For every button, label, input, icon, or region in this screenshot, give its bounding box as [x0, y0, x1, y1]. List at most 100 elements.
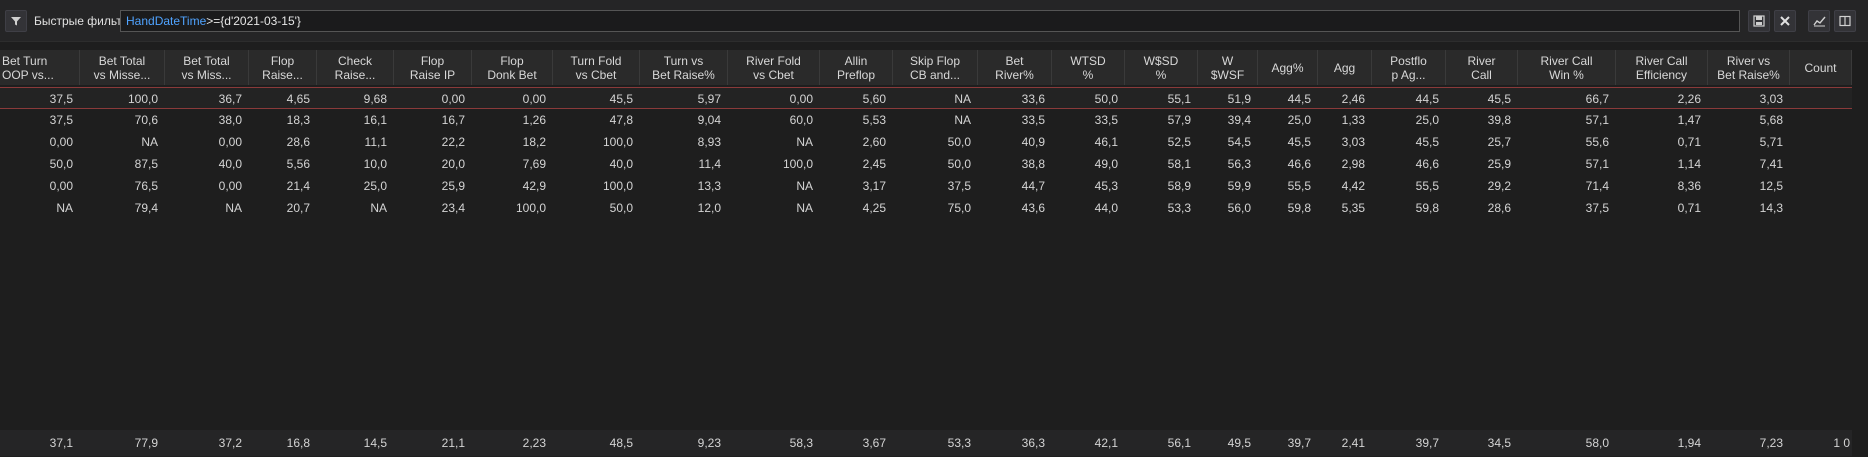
clear-filter-icon[interactable]	[1774, 10, 1796, 32]
table-cell: 56,0	[1227, 201, 1251, 215]
column-header[interactable]: Bet Total vs Miss...	[165, 50, 249, 85]
table-cell: NA	[796, 201, 813, 215]
table-cell: 0,00	[522, 92, 546, 106]
table-cell: 59,9	[1227, 179, 1251, 193]
table-cell: 60,0	[789, 113, 813, 127]
table-cell: 49,0	[1094, 157, 1118, 171]
table-cell	[1790, 197, 1852, 219]
column-header[interactable]: Agg%	[1258, 50, 1318, 85]
column-header[interactable]: WTSD %	[1052, 50, 1125, 85]
table-cell: 44,7	[1021, 179, 1045, 193]
total-cell: 21,1	[441, 436, 465, 450]
table-cell: 5,60	[862, 92, 886, 106]
table-cell: 3,03	[1759, 92, 1783, 106]
table-cell: 13,3	[697, 179, 721, 193]
total-cell: 1,94	[1677, 436, 1701, 450]
table-cell: 50,0	[49, 157, 73, 171]
table-cell: 40,0	[218, 157, 242, 171]
column-header[interactable]: Count	[1790, 50, 1852, 85]
column-header[interactable]: Agg	[1318, 50, 1372, 85]
save-icon[interactable]	[1748, 10, 1770, 32]
column-header[interactable]: Bet Turn OOP vs...	[0, 50, 80, 85]
total-cell: 48,5	[609, 436, 633, 450]
column-header[interactable]: Flop Donk Bet	[472, 50, 553, 85]
table-cell: 0,71	[1677, 201, 1701, 215]
table-cell: 44,0	[1094, 201, 1118, 215]
total-cell: 3,67	[862, 436, 886, 450]
table-cell: 5,68	[1759, 113, 1783, 127]
column-header[interactable]: Turn vs Bet Raise%	[640, 50, 728, 85]
filter-icon[interactable]	[5, 10, 27, 32]
column-header[interactable]: River Call Win %	[1518, 50, 1616, 85]
table-cell: 39,4	[1227, 113, 1251, 127]
column-header[interactable]: Skip Flop CB and...	[893, 50, 978, 85]
chart-icon[interactable]	[1808, 10, 1830, 32]
table-cell: 28,6	[286, 135, 310, 149]
table-cell: NA	[796, 179, 813, 193]
total-cell: 49,5	[1227, 436, 1251, 450]
table-cell: 1,33	[1341, 113, 1365, 127]
table-row[interactable]: 37,5 70,6 38,0 18,3 16,1 16,7 1,26 47,8 9,04 60,0…	[0, 109, 1852, 131]
table-cell: 18,2	[522, 135, 546, 149]
column-header[interactable]: Allin Preflop	[820, 50, 893, 85]
table-row[interactable]: NA 79,4 NA 20,7 NA 23,4 100,0 50,0 12,0 NA 4,25 75,…	[0, 197, 1852, 219]
quick-filter-input[interactable]: HandDateTime>={d'2021-03-15'}	[120, 10, 1740, 32]
column-header[interactable]: Check Raise...	[317, 50, 394, 85]
total-cell: 2,23	[522, 436, 546, 450]
table-cell: 23,4	[441, 201, 465, 215]
table-row[interactable]: 0,00 76,5 0,00 21,4 25,0 25,9 42,9 100,0 13,3 NA 3…	[0, 175, 1852, 197]
total-cell: 39,7	[1287, 436, 1311, 450]
column-header[interactable]: River Fold vs Cbet	[728, 50, 820, 85]
filter-label: Быстрые фильтры	[34, 14, 120, 28]
table-cell: 4,65	[286, 92, 310, 106]
column-header[interactable]: River Call Efficiency	[1616, 50, 1708, 85]
table-cell: 25,0	[1287, 113, 1311, 127]
table-cell: 44,5	[1415, 92, 1439, 106]
table-cell: 100,0	[127, 92, 158, 106]
column-header[interactable]: Bet River%	[978, 50, 1052, 85]
table-cell: 7,41	[1759, 157, 1783, 171]
table-cell: 57,1	[1585, 113, 1609, 127]
column-header[interactable]: River Call	[1446, 50, 1518, 85]
total-cell: 14,5	[363, 436, 387, 450]
table-cell: 11,1	[364, 135, 387, 149]
table-cell: 53,3	[1167, 201, 1191, 215]
table-row[interactable]: 50,0 87,5 40,0 5,56 10,0 20,0 7,69 40,0 11,4 100,…	[0, 153, 1852, 175]
vertical-scrollbar[interactable]	[1852, 50, 1868, 457]
total-cell: 37,2	[218, 436, 242, 450]
column-header[interactable]: River vs Bet Raise%	[1708, 50, 1790, 85]
table-cell: 38,8	[1021, 157, 1045, 171]
table-row[interactable]: 37,5 100,0 36,7 4,65 9,68 0,00 0,00 45,5 5,97 0,0…	[0, 87, 1852, 109]
table-cell: 22,2	[441, 135, 465, 149]
table-cell: 0,00	[218, 135, 242, 149]
table-cell: 0,00	[218, 179, 242, 193]
table-row[interactable]: 0,00 NA 0,00 28,6 11,1 22,2 18,2 100,0 8,93 NA 2,6…	[0, 131, 1852, 153]
table-cell: 47,8	[609, 113, 633, 127]
table-cell: 100,0	[515, 201, 546, 215]
column-header[interactable]: Turn Fold vs Cbet	[553, 50, 640, 85]
table-cell: 14,3	[1759, 201, 1783, 215]
table-cell: 57,1	[1585, 157, 1609, 171]
table-cell: 33,6	[1021, 92, 1045, 106]
table-cell: 87,5	[134, 157, 158, 171]
table-cell: 25,7	[1487, 135, 1511, 149]
split-view-icon[interactable]	[1834, 10, 1856, 32]
column-header[interactable]: Postflo p Ag...	[1372, 50, 1446, 85]
table-cell: 40,9	[1021, 135, 1045, 149]
table-cell: 55,5	[1287, 179, 1311, 193]
total-cell: 34,5	[1487, 436, 1511, 450]
table-cell: 8,36	[1677, 179, 1701, 193]
table-cell: 25,0	[363, 179, 387, 193]
table-cell: 37,5	[947, 179, 971, 193]
total-cell: 42,1	[1094, 436, 1118, 450]
column-header[interactable]: W$SD %	[1125, 50, 1198, 85]
column-header[interactable]: W $WSF	[1198, 50, 1258, 85]
table-cell: 36,7	[218, 92, 242, 106]
table-cell: 56,3	[1227, 157, 1251, 171]
column-header[interactable]: Flop Raise...	[249, 50, 317, 85]
total-cell: 9,23	[697, 436, 721, 450]
table-cell: 44,5	[1287, 92, 1311, 106]
column-header[interactable]: Flop Raise IP	[394, 50, 472, 85]
table-cell: NA	[225, 201, 242, 215]
column-header[interactable]: Bet Total vs Misse...	[80, 50, 165, 85]
